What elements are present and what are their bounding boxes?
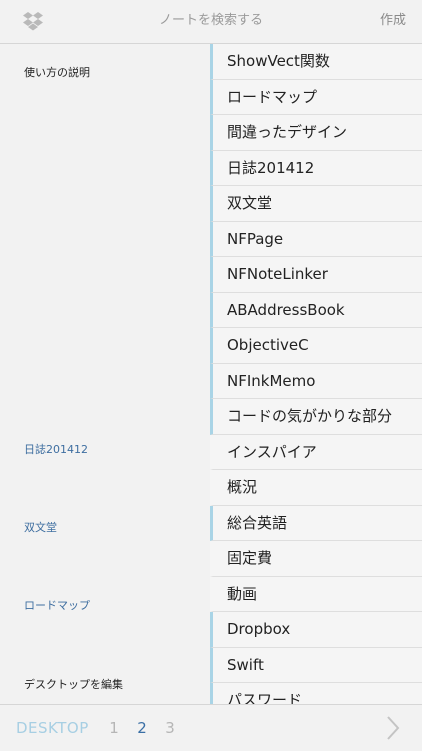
note-row[interactable]: Dropbox [210,612,422,648]
note-row[interactable]: ShowVect関数 [210,44,422,80]
note-row[interactable]: ABAddressBook [210,292,422,328]
note-list[interactable]: ShowVect関数 ロードマップ 間違ったデザイン 日誌201412 双文堂 … [210,44,422,704]
desktop-label[interactable]: DESKTOP [16,705,89,751]
note-row[interactable]: 総合英語 [210,505,422,541]
note-row[interactable]: 日誌201412 [210,150,422,186]
note-row[interactable]: 双文堂 [210,186,422,222]
page-1-button[interactable]: 1 [106,705,122,751]
note-row[interactable]: 動画 [210,576,422,612]
desktop-pane: 使い方の説明 日誌201412 双文堂 ロードマップ デスクトップを編集 [0,44,210,704]
note-row[interactable]: NFInkMemo [210,363,422,399]
note-row[interactable]: ObjectiveC [210,328,422,364]
desktop-item-journal[interactable]: 日誌201412 [24,441,88,457]
create-button[interactable]: 作成 [380,0,406,44]
page-2-button[interactable]: 2 [134,705,150,751]
note-row[interactable]: 間違ったデザイン [210,115,422,151]
note-row[interactable]: 概況 [210,470,422,506]
desktop-item-roadmap[interactable]: ロードマップ [24,597,90,613]
note-row[interactable]: 固定費 [210,541,422,577]
note-row[interactable]: コードの気がかりな部分 [210,399,422,435]
note-row[interactable]: ロードマップ [210,79,422,115]
note-row[interactable]: Swift [210,647,422,683]
note-row[interactable]: NFPage [210,221,422,257]
page-3-button[interactable]: 3 [162,705,178,751]
search-field[interactable]: ノートを検索する [120,0,302,44]
desktop-item-sobundo[interactable]: 双文堂 [24,519,57,535]
chevron-right-icon[interactable] [386,716,400,740]
desktop-item-instructions[interactable]: 使い方の説明 [24,64,90,80]
top-bar: ノートを検索する 作成 [0,0,422,44]
dropbox-icon[interactable] [22,11,44,33]
bottom-bar: DESKTOP 1 2 3 [0,704,422,750]
note-row[interactable]: インスパイア [210,434,422,470]
note-row[interactable]: パスワード [210,683,422,704]
note-row[interactable]: NFNoteLinker [210,257,422,293]
edit-desktop-button[interactable]: デスクトップを編集 [24,676,123,692]
